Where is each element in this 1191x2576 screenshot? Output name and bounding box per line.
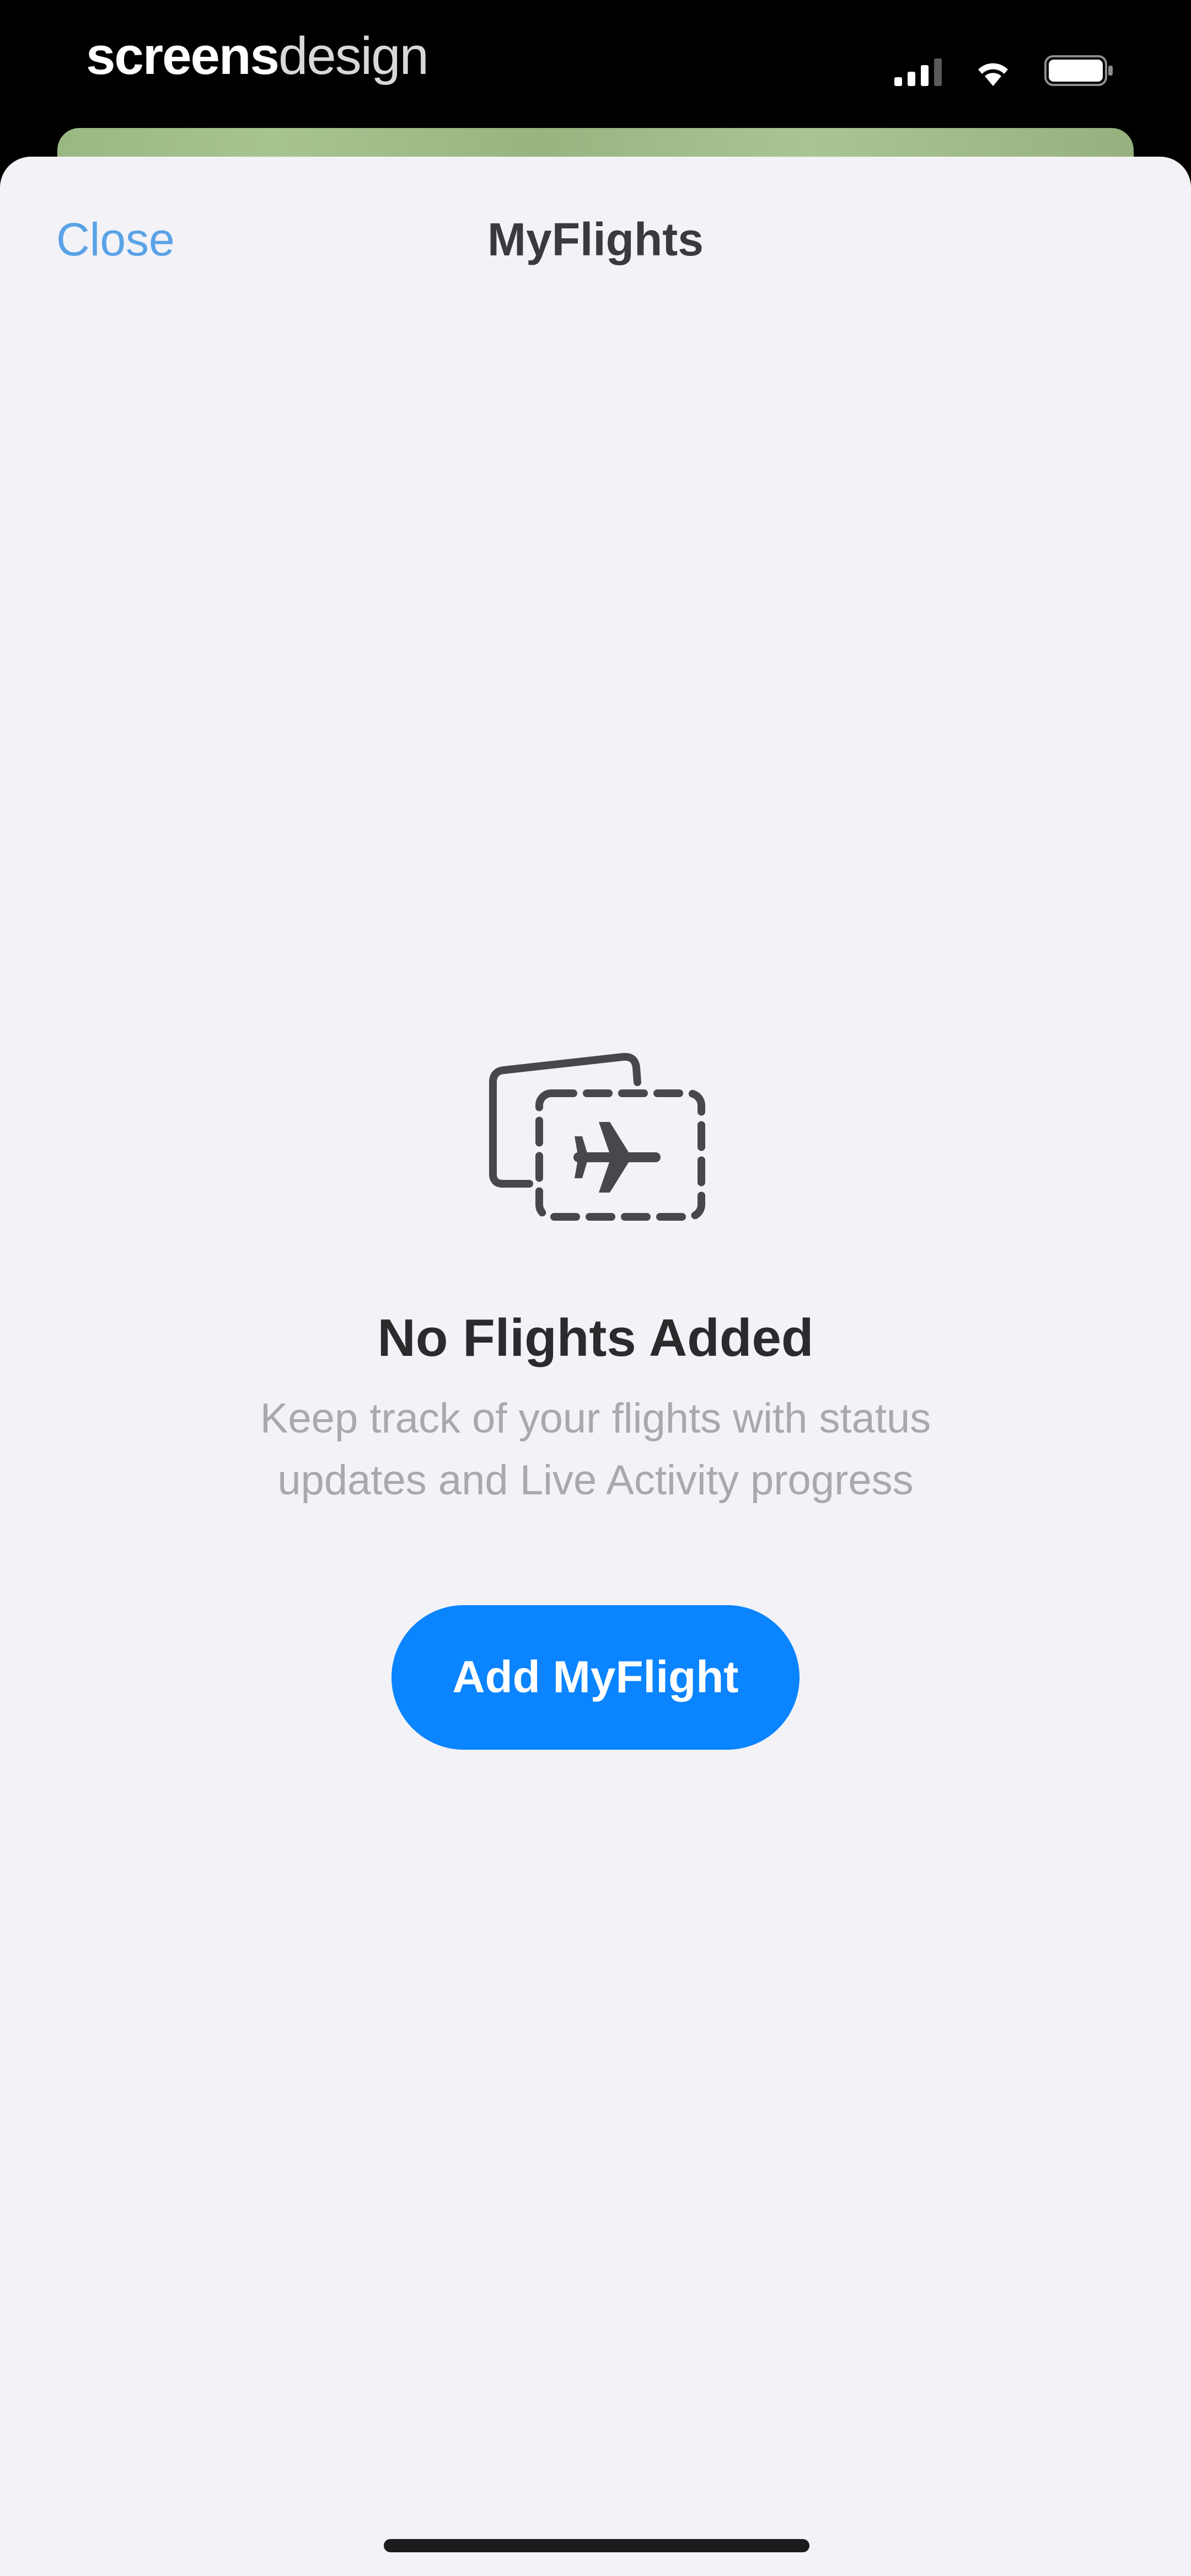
empty-state-title: No Flights Added — [377, 1308, 814, 1367]
watermark-logo: screensdesign — [86, 23, 429, 89]
watermark-light: design — [278, 26, 429, 85]
flight-cards-icon — [489, 1052, 705, 1221]
wifi-icon — [974, 57, 1012, 86]
empty-state-description: Keep track of your flights with status u… — [260, 1395, 931, 1504]
myflights-sheet: Close MyFlights No Flights Added Keep tr… — [0, 157, 1191, 2576]
empty-state: No Flights Added Keep track of your flig… — [0, 1039, 1191, 1750]
battery-icon — [1044, 55, 1114, 86]
status-icons — [894, 53, 1114, 86]
page-title: MyFlights — [487, 213, 704, 265]
signal-icon — [894, 57, 942, 86]
watermark-bold: screens — [86, 26, 280, 85]
status-bar: screensdesign — [0, 0, 1191, 127]
home-indicator[interactable] — [384, 2539, 809, 2552]
add-myflight-button[interactable]: Add MyFlight — [391, 1605, 800, 1750]
